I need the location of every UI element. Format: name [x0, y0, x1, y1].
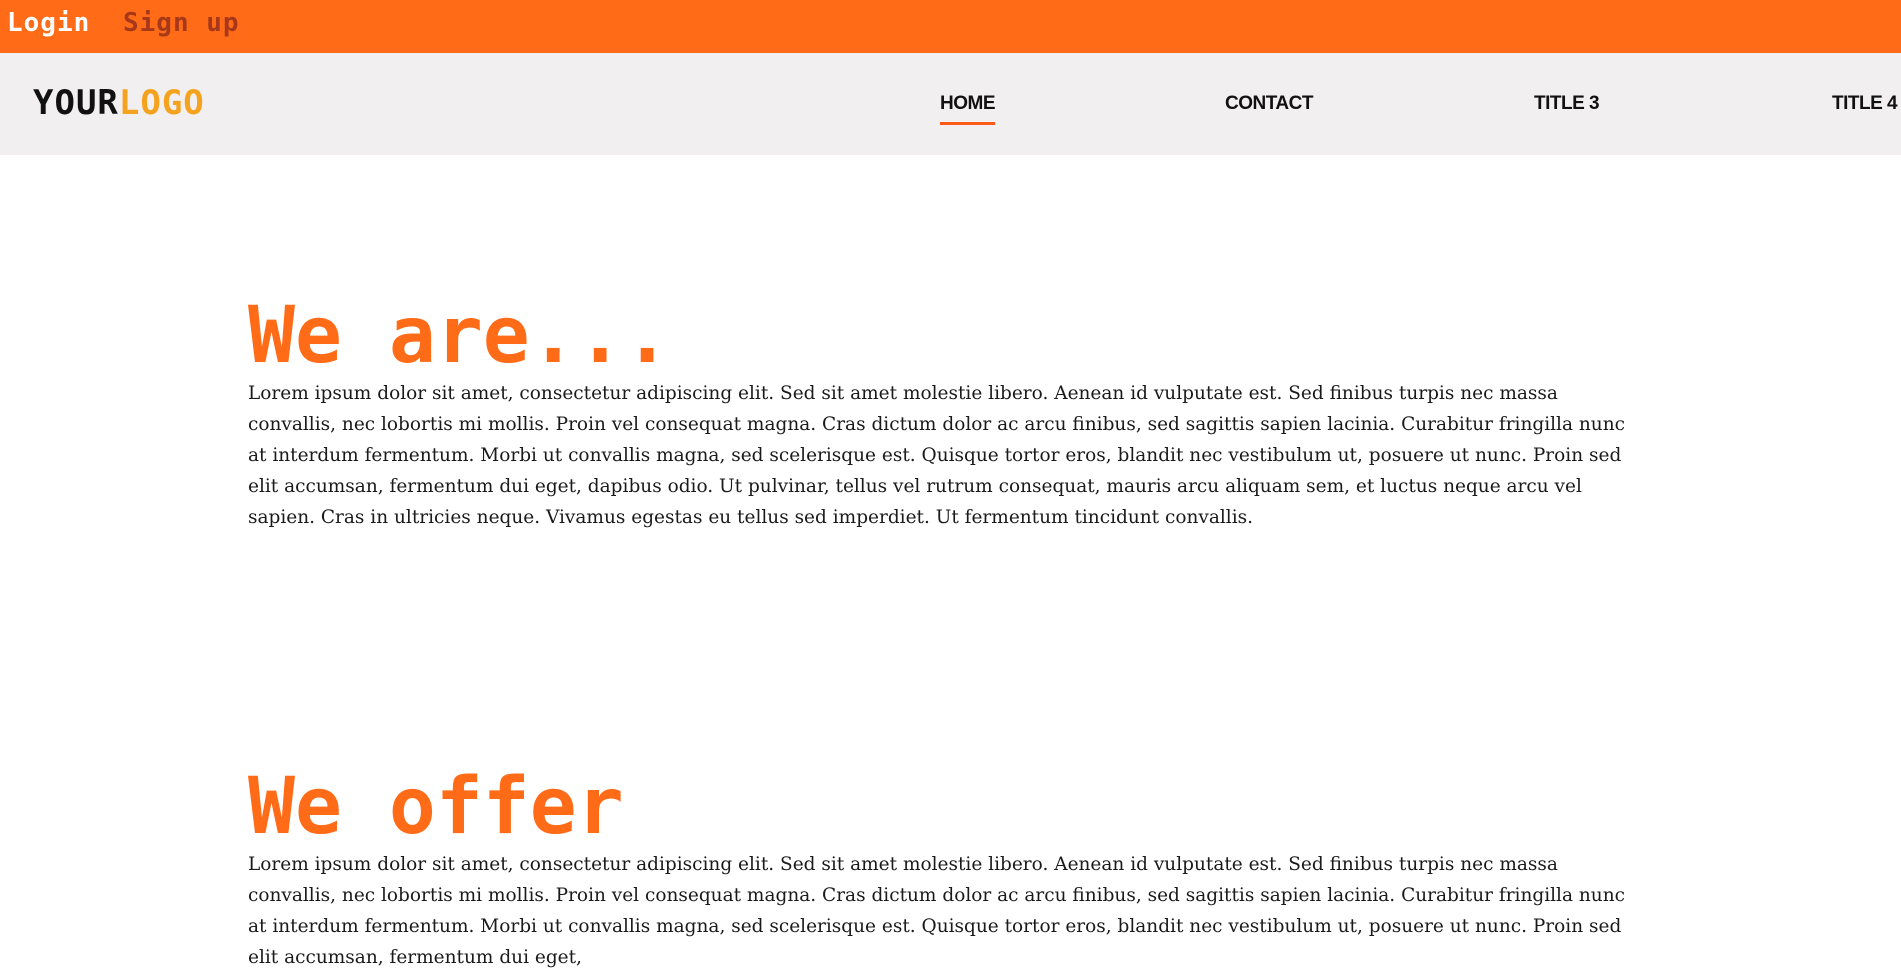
section-body: Lorem ipsum dolor sit amet, consectetur … [248, 383, 1625, 528]
section-we-are: We are... Lorem ipsum dolor sit amet, co… [248, 294, 1648, 533]
logo-logo-text: LOGO [118, 83, 205, 123]
section-heading: We are... [248, 291, 671, 381]
logo-your-text: YOUR [33, 83, 119, 123]
nav-item-home[interactable]: HOME [940, 91, 996, 125]
nav-item-title-4[interactable]: TITLE 4 [1832, 91, 1898, 117]
top-auth-bar: Login Sign up [0, 0, 1901, 53]
section-we-offer: We offer Lorem ipsum dolor sit amet, con… [248, 765, 1648, 973]
section-heading: We offer [248, 762, 624, 852]
nav-item-contact[interactable]: CONTACT [1225, 91, 1313, 117]
site-logo[interactable]: YOURLOGO [33, 81, 205, 125]
signup-link[interactable]: Sign up [123, 5, 240, 41]
nav-item-title-3[interactable]: TITLE 3 [1534, 91, 1600, 117]
main-navbar: YOURLOGO HOME CONTACT TITLE 3 TITLE 4 [0, 53, 1901, 155]
login-link[interactable]: Login [7, 5, 90, 41]
section-body: Lorem ipsum dolor sit amet, consectetur … [248, 854, 1625, 968]
